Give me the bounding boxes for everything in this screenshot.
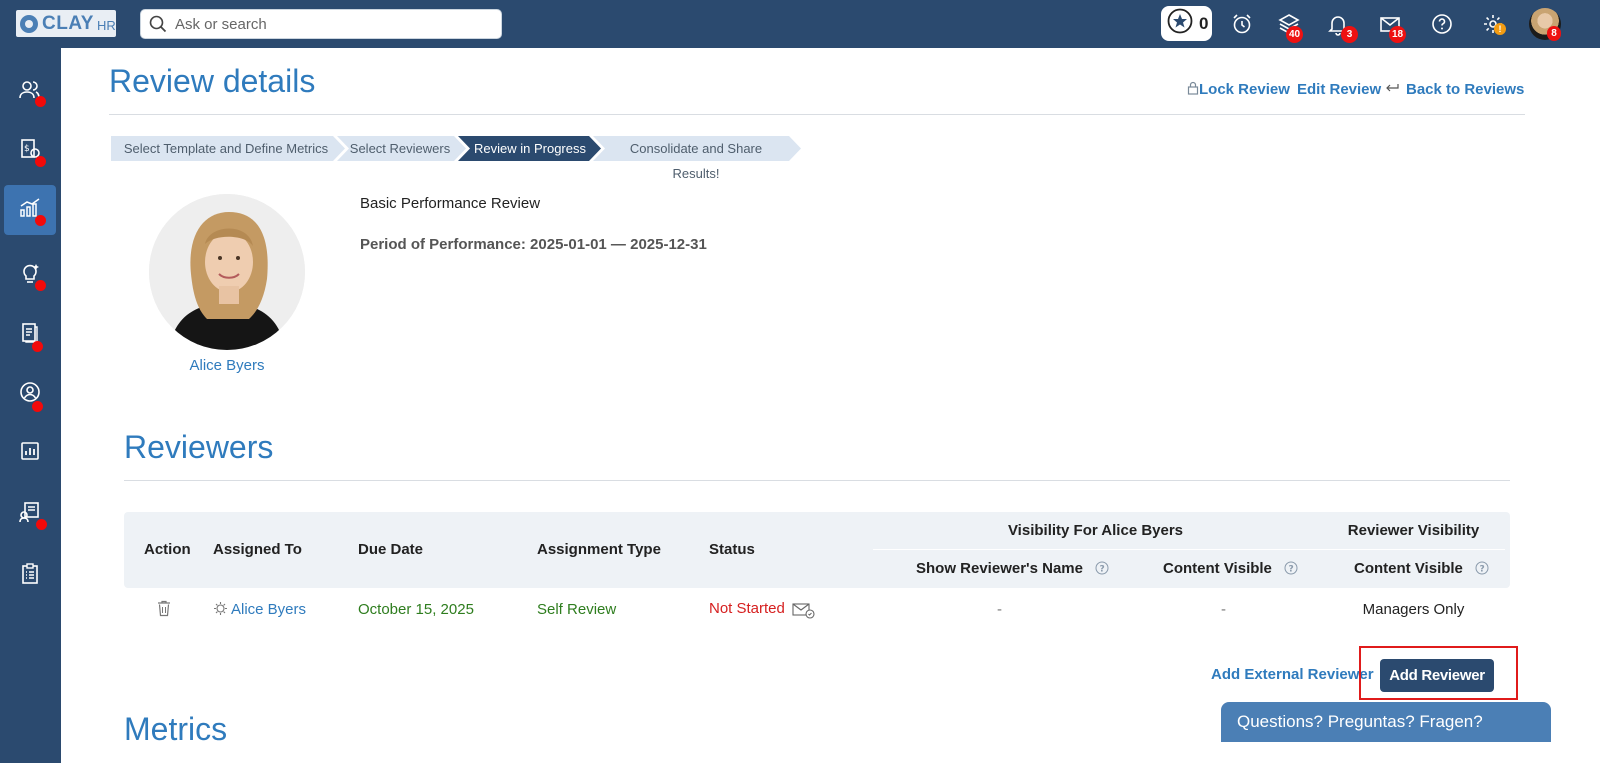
sidebar-item-training[interactable] bbox=[4, 489, 56, 539]
content-visible-value: - bbox=[1221, 601, 1226, 618]
settings-warning-badge: ! bbox=[1494, 23, 1506, 35]
reviewer-type-icon bbox=[213, 601, 228, 620]
back-to-reviews-label: Back to Reviews bbox=[1406, 81, 1525, 98]
svg-text:?: ? bbox=[1100, 565, 1105, 575]
svg-text:?: ? bbox=[1480, 565, 1485, 575]
col-reviewer-visibility: Reviewer Visibility bbox=[1347, 522, 1480, 539]
col-assignment-type: Assignment Type bbox=[537, 541, 661, 558]
mail-icon[interactable]: 18 bbox=[1378, 12, 1407, 43]
page-title: Review details bbox=[109, 63, 316, 99]
help-circle-icon[interactable]: ? bbox=[1475, 561, 1489, 579]
col-status: Status bbox=[709, 541, 755, 558]
star-icon bbox=[1167, 8, 1193, 39]
sidebar-item-ideas[interactable] bbox=[4, 250, 56, 300]
review-template-name: Basic Performance Review bbox=[360, 195, 541, 212]
col-due-date: Due Date bbox=[358, 541, 424, 558]
show-name-value: - bbox=[997, 601, 1002, 618]
col-visibility-group: Visibility For Alice Byers bbox=[1007, 522, 1184, 539]
notification-dot bbox=[36, 519, 47, 530]
stars-count: 0 bbox=[1199, 13, 1209, 33]
lock-review-link[interactable]: Lock Review bbox=[1187, 81, 1290, 98]
help-icon[interactable] bbox=[1430, 12, 1454, 36]
content-visible-label: Content Visible bbox=[1163, 560, 1272, 577]
step-select-reviewers: Select Reviewers bbox=[349, 141, 451, 156]
alarm-clock-icon[interactable] bbox=[1230, 12, 1254, 36]
svg-text:$: $ bbox=[24, 144, 30, 154]
support-chat-tab[interactable]: Questions? Preguntas? Fragen? bbox=[1221, 702, 1551, 742]
employee-name-link[interactable]: Alice Byers bbox=[149, 357, 305, 374]
checklist-icon bbox=[18, 562, 42, 591]
highlight-box bbox=[1359, 646, 1518, 700]
bell-icon[interactable]: 3 bbox=[1326, 12, 1358, 43]
sidebar-item-performance[interactable] bbox=[4, 185, 56, 235]
avatar[interactable]: 8 bbox=[1529, 8, 1561, 41]
sidebar-item-reports[interactable] bbox=[4, 428, 56, 478]
employee-photo bbox=[149, 194, 305, 350]
col-show-reviewer-name: Show Reviewer's Name ? bbox=[916, 560, 1109, 579]
reports-icon bbox=[18, 439, 42, 468]
clayhr-logo[interactable]: CLAY HR bbox=[16, 10, 116, 37]
top-bar: CLAY HR 0 40 3 18 ! 8 bbox=[0, 0, 1600, 48]
notification-dot bbox=[35, 215, 46, 226]
sidebar-item-profile[interactable] bbox=[4, 369, 56, 419]
trash-icon[interactable] bbox=[157, 600, 171, 621]
logo-mark-icon bbox=[20, 14, 38, 33]
sidebar-item-payroll[interactable]: $ bbox=[4, 126, 56, 176]
col-content-visible: Content Visible ? bbox=[1163, 560, 1298, 579]
sidebar-item-documents[interactable] bbox=[4, 310, 56, 360]
notification-dot bbox=[35, 280, 46, 291]
notification-dot bbox=[35, 96, 46, 107]
step-consolidate-results: Consolidate and Share Results! bbox=[629, 141, 763, 181]
notification-dot bbox=[35, 156, 46, 167]
assigned-to-link[interactable]: Alice Byers bbox=[231, 601, 306, 618]
stars-button[interactable]: 0 bbox=[1161, 6, 1212, 41]
logo-sub: HR bbox=[96, 18, 116, 33]
reviewer-content-visible-value: Managers Only bbox=[1362, 601, 1465, 618]
help-circle-icon[interactable]: ? bbox=[1284, 561, 1298, 579]
layers-icon[interactable]: 40 bbox=[1277, 12, 1304, 43]
header-split-line bbox=[873, 549, 1505, 550]
notification-dot bbox=[32, 341, 43, 352]
gear-icon[interactable]: ! bbox=[1481, 12, 1506, 36]
review-period: Period of Performance: 2025-01-01 — 2025… bbox=[360, 236, 707, 253]
due-date-value: October 15, 2025 bbox=[358, 601, 474, 618]
sidebar-item-tasks[interactable] bbox=[4, 551, 56, 601]
step-select-template: Select Template and Define Metrics bbox=[123, 141, 329, 156]
search-box[interactable] bbox=[140, 9, 502, 39]
reviewers-divider bbox=[124, 480, 1510, 481]
show-reviewer-name-label: Show Reviewer's Name bbox=[916, 560, 1083, 577]
sidebar-item-people[interactable] bbox=[4, 67, 56, 117]
back-to-reviews-link[interactable]: Back to Reviews bbox=[1384, 81, 1524, 98]
col-assigned-to: Assigned To bbox=[213, 541, 302, 558]
lock-icon bbox=[1187, 81, 1199, 98]
notification-dot bbox=[32, 401, 43, 412]
edit-review-label: Edit Review bbox=[1297, 81, 1382, 98]
status-value: Not Started bbox=[709, 600, 785, 617]
avatar-badge: 8 bbox=[1547, 26, 1561, 41]
metrics-section-title: Metrics bbox=[124, 711, 228, 747]
col-action: Action bbox=[144, 541, 191, 558]
col-reviewer-content-visible: Content Visible ? bbox=[1354, 560, 1489, 579]
svg-text:?: ? bbox=[1289, 565, 1294, 575]
reviewers-section-title: Reviewers bbox=[124, 429, 274, 465]
lock-review-label: Lock Review bbox=[1199, 81, 1290, 98]
search-icon bbox=[149, 15, 167, 33]
sidebar: $ bbox=[0, 48, 61, 763]
logo-text: CLAY bbox=[42, 12, 94, 34]
add-external-reviewer-link[interactable]: Add External Reviewer bbox=[1211, 666, 1374, 683]
bell-badge: 3 bbox=[1341, 26, 1358, 43]
header-divider bbox=[109, 114, 1525, 115]
edit-review-link[interactable]: Edit Review bbox=[1297, 81, 1381, 98]
back-arrow-icon bbox=[1384, 81, 1406, 98]
assignment-type-value: Self Review bbox=[537, 601, 617, 618]
mail-badge: 18 bbox=[1389, 26, 1407, 43]
send-reminder-icon[interactable] bbox=[792, 601, 816, 623]
search-input[interactable] bbox=[175, 15, 495, 33]
help-circle-icon[interactable]: ? bbox=[1095, 561, 1109, 579]
reviewer-content-visible-label: Content Visible bbox=[1354, 560, 1463, 577]
layers-badge: 40 bbox=[1286, 26, 1304, 43]
step-review-in-progress: Review in Progress bbox=[474, 141, 586, 156]
